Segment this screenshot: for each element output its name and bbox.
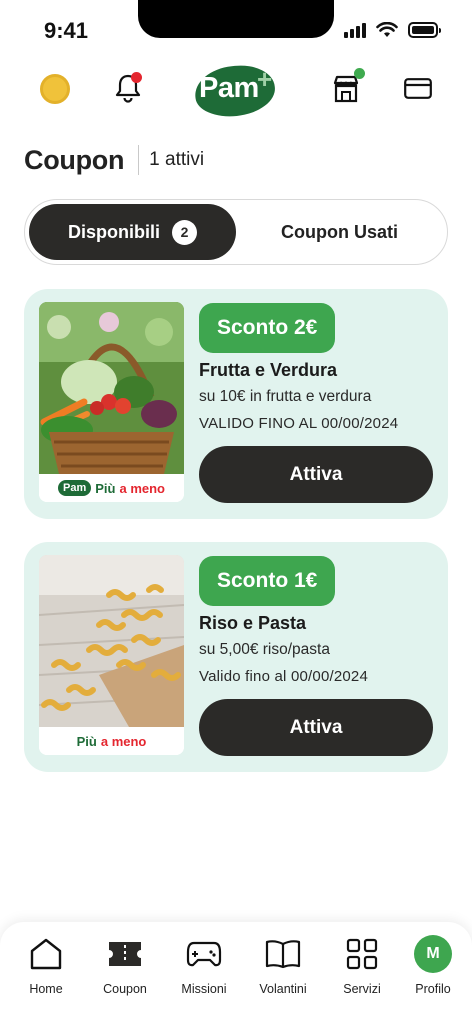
tab-used[interactable]: Coupon Usati bbox=[236, 204, 443, 260]
wifi-icon bbox=[376, 22, 398, 37]
nav-item-home[interactable]: Home bbox=[6, 934, 86, 996]
logo-text: Pam bbox=[199, 72, 259, 104]
store-badge bbox=[354, 68, 365, 79]
nav-label: Profilo bbox=[415, 982, 451, 996]
home-icon bbox=[26, 934, 66, 974]
device-notch bbox=[138, 0, 334, 38]
pam-logo: Pam + bbox=[192, 61, 278, 121]
status-bar: 9:41 bbox=[0, 0, 472, 56]
logo-plus: + bbox=[257, 64, 273, 94]
avatar: M bbox=[413, 934, 453, 974]
tag-meno: a meno bbox=[100, 733, 147, 749]
coupon-tabs: Disponibili 2 Coupon Usati bbox=[24, 199, 448, 265]
nav-label: Servizi bbox=[343, 982, 381, 996]
mini-pam-logo: Pam bbox=[58, 480, 92, 496]
nav-label: Coupon bbox=[103, 982, 147, 996]
activate-button[interactable]: Attiva bbox=[199, 446, 433, 503]
tab-available[interactable]: Disponibili 2 bbox=[29, 204, 236, 260]
tag-piu: Più bbox=[95, 480, 116, 496]
active-count: 1 attivi bbox=[149, 149, 205, 170]
activate-button[interactable]: Attiva bbox=[199, 699, 433, 756]
coupon-description: su 10€ in frutta e verdura bbox=[199, 388, 372, 405]
page-title: Coupon bbox=[24, 144, 125, 175]
bottom-nav: Home Coupon Missioni Volantini Servizi M… bbox=[0, 922, 472, 1024]
notification-badge bbox=[131, 72, 142, 83]
nav-item-profilo[interactable]: M Profilo bbox=[393, 934, 472, 996]
coupon-validity: Valido fino al 00/00/2024 bbox=[199, 668, 369, 685]
top-header: Pam + bbox=[0, 60, 472, 121]
status-icons bbox=[344, 22, 441, 38]
coupon-title: Frutta e Verdura bbox=[199, 360, 338, 380]
nav-item-volantini[interactable]: Volantini bbox=[243, 934, 323, 996]
coupon-image: Pam Più a meno bbox=[39, 302, 184, 502]
status-time: 9:41 bbox=[44, 18, 89, 43]
avatar-initial: M bbox=[414, 935, 452, 973]
nav-label: Volantini bbox=[259, 982, 307, 996]
title-row: Coupon 1 attivi bbox=[24, 142, 204, 178]
coupon-title: Riso e Pasta bbox=[199, 613, 307, 633]
nav-item-coupon[interactable]: Coupon bbox=[85, 934, 165, 996]
coupon-card: Più a meno Sconto 1€ Riso e Pasta su 5,0… bbox=[24, 542, 448, 772]
ticket-icon bbox=[105, 934, 145, 974]
book-icon bbox=[263, 934, 303, 974]
tag-meno: a meno bbox=[119, 480, 165, 496]
coupon-description: su 5,00€ riso/pasta bbox=[199, 641, 330, 658]
notifications-button[interactable] bbox=[113, 72, 143, 104]
coupon-image: Più a meno bbox=[39, 555, 184, 755]
nav-item-servizi[interactable]: Servizi bbox=[322, 934, 402, 996]
nav-label: Home bbox=[29, 982, 63, 996]
gamepad-icon bbox=[184, 934, 224, 974]
coin-icon[interactable] bbox=[40, 74, 70, 104]
nav-item-missioni[interactable]: Missioni bbox=[164, 934, 244, 996]
grid-icon bbox=[342, 934, 382, 974]
tag-piu: Più bbox=[76, 733, 97, 749]
coupon-validity: VALIDO FINO AL 00/00/2024 bbox=[199, 415, 399, 432]
card-button[interactable] bbox=[404, 78, 432, 99]
coupon-image-tag: Pam Più a meno bbox=[39, 474, 184, 502]
signal-icon bbox=[344, 22, 366, 38]
vegetable-basket-image bbox=[39, 302, 184, 474]
title-divider bbox=[138, 145, 140, 175]
discount-badge: Sconto 2€ bbox=[199, 303, 336, 353]
discount-badge: Sconto 1€ bbox=[199, 556, 336, 606]
store-button[interactable] bbox=[331, 68, 365, 104]
tab-used-label: Coupon Usati bbox=[281, 221, 398, 242]
available-count-badge: 2 bbox=[172, 219, 197, 245]
card-icon bbox=[404, 78, 432, 99]
tab-available-label: Disponibili bbox=[68, 221, 160, 242]
pasta-image bbox=[39, 555, 184, 727]
coupon-card: Pam Più a meno Sconto 2€ Frutta e Verdur… bbox=[24, 289, 448, 519]
coupon-image-tag: Più a meno bbox=[39, 727, 184, 755]
nav-label: Missioni bbox=[181, 982, 227, 996]
battery-icon bbox=[408, 22, 441, 38]
